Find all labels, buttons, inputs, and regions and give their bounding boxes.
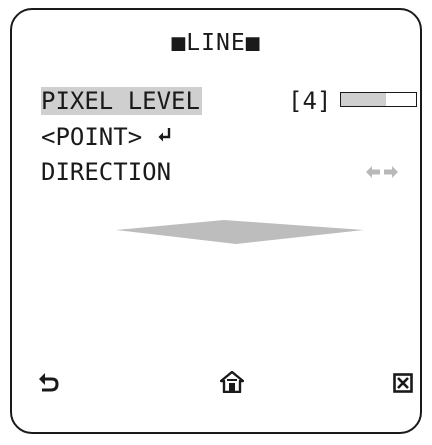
left-arrow-icon [366, 166, 380, 178]
menu-item-label: <POINT> [41, 123, 143, 151]
enter-arrow-icon [157, 127, 173, 148]
right-arrow-icon [384, 166, 398, 178]
menu-item-direction[interactable]: DIRECTION [41, 157, 171, 187]
direction-arrows[interactable] [366, 166, 398, 178]
back-icon[interactable] [38, 370, 60, 400]
pixel-level-bar-fill [341, 93, 386, 106]
menu-item-label: PIXEL LEVEL [41, 87, 202, 115]
close-icon[interactable] [393, 370, 413, 400]
menu-item-pixel-level[interactable]: PIXEL LEVEL [41, 86, 202, 116]
menu-item-label: DIRECTION [41, 158, 172, 186]
line-preview-diamond [116, 220, 364, 244]
pixel-level-bar[interactable] [340, 92, 417, 107]
menu-item-point[interactable]: <POINT> [41, 122, 173, 153]
home-icon[interactable] [219, 370, 245, 400]
pixel-level-value: [4] [288, 87, 332, 115]
menu-title: ■LINE■ [171, 30, 261, 56]
